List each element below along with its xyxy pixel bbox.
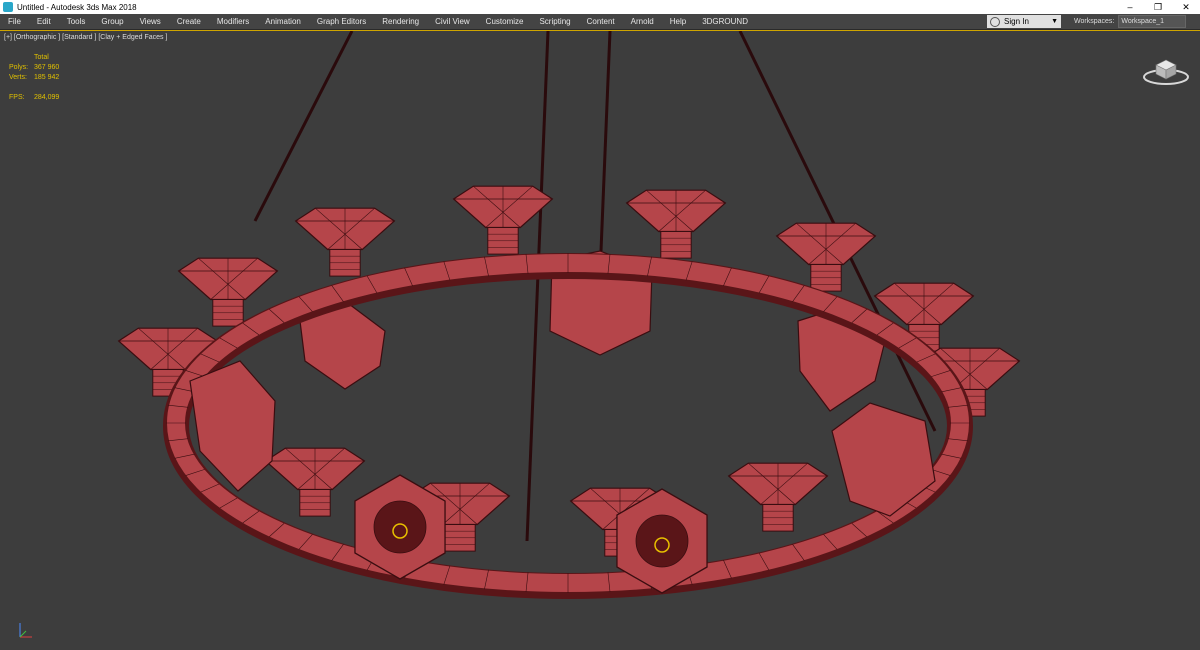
sign-in-dropdown[interactable]: Sign In ▼ [987,15,1061,28]
menu-edit[interactable]: Edit [29,14,59,29]
menu-tools[interactable]: Tools [59,14,94,29]
stats-total-label: Total [34,54,49,61]
menu-3dground[interactable]: 3DGROUND [694,14,756,29]
menu-customize[interactable]: Customize [478,14,532,29]
viewport-label[interactable]: [+] [Orthographic ] [Standard ] [Clay + … [4,34,167,41]
menu-rendering[interactable]: Rendering [374,14,427,29]
axis-tripod-icon [19,623,32,638]
menu-create[interactable]: Create [169,14,209,29]
menu-group[interactable]: Group [93,14,131,29]
workspaces-label: Workspaces: [1074,18,1115,25]
restore-icon[interactable]: ❐ [1144,0,1172,14]
menu-animation[interactable]: Animation [257,14,309,29]
workspaces-selector: Workspaces: Workspace_1 [1074,14,1187,29]
close-icon[interactable]: ✕ [1172,0,1200,14]
sign-in-label: Sign In [1004,17,1029,26]
viewport-scene [117,31,1021,599]
menu-file[interactable]: File [0,14,29,29]
menu-items: File Edit Tools Group Views Create Modif… [0,14,756,29]
window-title: Untitled - Autodesk 3ds Max 2018 [17,2,137,12]
menu-bar: File Edit Tools Group Views Create Modif… [0,14,1200,30]
polys-value: 367 960 [34,64,60,71]
minimize-icon[interactable]: – [1116,0,1144,14]
chevron-down-icon: ▼ [1051,18,1058,25]
menu-arnold[interactable]: Arnold [623,14,662,29]
fps-value: 284,099 [34,94,60,101]
menu-help[interactable]: Help [662,14,694,29]
verts-label: Verts: [9,74,27,81]
menu-scripting[interactable]: Scripting [531,14,578,29]
title-bar: Untitled - Autodesk 3ds Max 2018 – ❐ ✕ [0,0,1200,14]
verts-value: 185 942 [34,74,60,81]
menu-modifiers[interactable]: Modifiers [209,14,257,29]
menu-views[interactable]: Views [132,14,169,29]
viewcube-icon[interactable] [1142,51,1190,87]
app-logo-icon [3,2,13,12]
user-icon [990,16,1000,27]
window-controls: – ❐ ✕ [1116,0,1200,14]
menu-content[interactable]: Content [579,14,623,29]
viewport-statistics: Total Polys: 367 960 Verts: 185 942 FPS:… [9,53,59,103]
fps-label: FPS: [9,94,25,101]
polys-label: Polys: [9,64,29,71]
workspace-dropdown[interactable]: Workspace_1 [1118,15,1187,28]
perspective-viewport[interactable]: [+] [Orthographic ] [Standard ] [Clay + … [0,30,1200,650]
menu-graph-editors[interactable]: Graph Editors [309,14,374,29]
menu-civil-view[interactable]: Civil View [427,14,478,29]
